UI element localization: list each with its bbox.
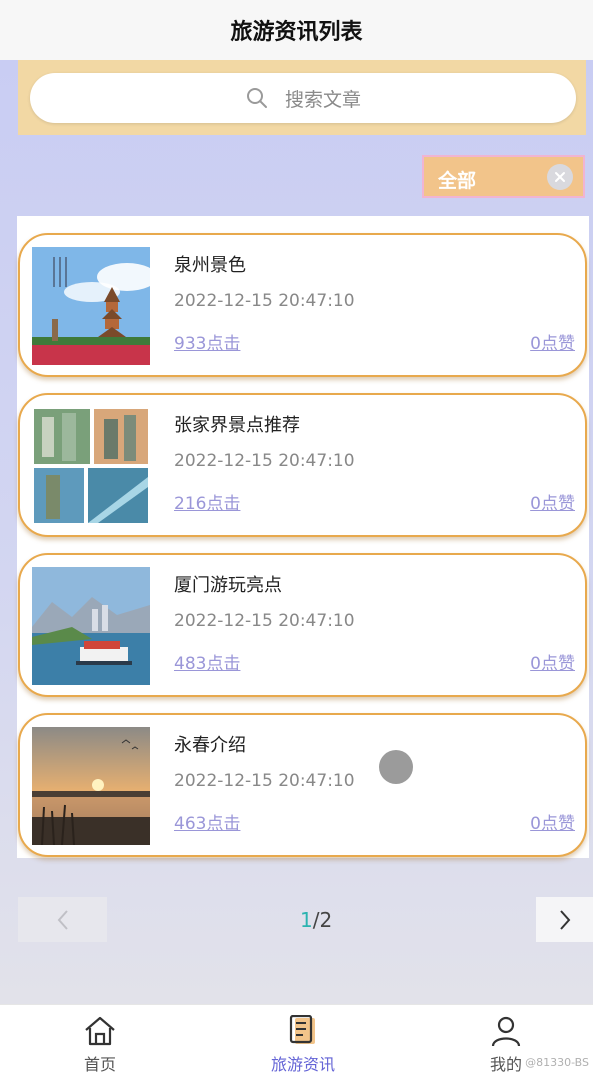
clear-filter-icon[interactable] bbox=[547, 164, 573, 190]
article-title: 泉州景色 bbox=[174, 255, 246, 276]
home-icon bbox=[85, 1016, 115, 1046]
article-title: 厦门游玩亮点 bbox=[174, 575, 282, 596]
next-page-button[interactable] bbox=[536, 897, 593, 942]
article-likes[interactable]: 0点赞 bbox=[530, 649, 575, 674]
article-time: 2022-12-15 20:47:10 bbox=[174, 451, 355, 471]
search-icon bbox=[246, 88, 267, 108]
search-placeholder: 搜索文章 bbox=[284, 88, 361, 111]
filter-label: 全部 bbox=[438, 170, 477, 192]
filter-chip[interactable]: 全部 bbox=[422, 155, 585, 198]
tab-label: 首页 bbox=[83, 1055, 116, 1074]
tab-label: 我的 bbox=[489, 1055, 522, 1074]
article-thumbnail bbox=[32, 727, 150, 845]
news-icon bbox=[289, 1015, 315, 1044]
watermark: @81330-BS bbox=[525, 1056, 589, 1069]
article-likes[interactable]: 0点赞 bbox=[530, 329, 575, 354]
article-card[interactable]: 张家界景点推荐 2022-12-15 20:47:10 216点击 0点赞 bbox=[18, 393, 587, 537]
article-thumbnail bbox=[32, 567, 150, 685]
nav-bar: 旅游资讯列表 bbox=[0, 0, 593, 60]
chevron-left-icon bbox=[57, 909, 68, 930]
article-title: 张家界景点推荐 bbox=[174, 415, 300, 436]
page-indicator: 1 / 2 bbox=[300, 908, 332, 932]
chevron-right-icon bbox=[559, 909, 570, 930]
article-card[interactable]: 永春介绍 2022-12-15 20:47:10 463点击 0点赞 bbox=[18, 713, 587, 857]
tab-news[interactable]: 旅游资讯 bbox=[233, 1005, 373, 1076]
article-time: 2022-12-15 20:47:10 bbox=[174, 291, 355, 311]
article-clicks[interactable]: 216点击 bbox=[174, 489, 240, 514]
prev-page-button[interactable] bbox=[18, 897, 107, 942]
user-icon bbox=[491, 1016, 521, 1047]
article-thumbnail bbox=[32, 407, 150, 525]
article-time: 2022-12-15 20:47:10 bbox=[174, 611, 355, 631]
touch-indicator bbox=[379, 750, 413, 784]
article-card[interactable]: 泉州景色 2022-12-15 20:47:10 933点击 0点赞 bbox=[18, 233, 587, 377]
article-clicks[interactable]: 933点击 bbox=[174, 329, 240, 354]
article-clicks[interactable]: 483点击 bbox=[174, 649, 240, 674]
tab-home[interactable]: 首页 bbox=[30, 1005, 170, 1076]
search-input[interactable]: 搜索文章 bbox=[30, 73, 576, 123]
article-clicks[interactable]: 463点击 bbox=[174, 809, 240, 834]
article-likes[interactable]: 0点赞 bbox=[530, 489, 575, 514]
article-title: 永春介绍 bbox=[174, 735, 246, 756]
tab-label: 旅游资讯 bbox=[270, 1055, 335, 1074]
article-likes[interactable]: 0点赞 bbox=[530, 809, 575, 834]
page-current: 1 bbox=[300, 908, 313, 932]
page-separator: / bbox=[312, 908, 320, 932]
article-card[interactable]: 厦门游玩亮点 2022-12-15 20:47:10 483点击 0点赞 bbox=[18, 553, 587, 697]
tab-bar: 首页 旅游资讯 我的 bbox=[0, 1004, 593, 1076]
page-title: 旅游资讯列表 bbox=[230, 20, 363, 45]
article-thumbnail bbox=[32, 247, 150, 365]
page-total: 2 bbox=[319, 908, 333, 932]
article-time: 2022-12-15 20:47:10 bbox=[174, 771, 355, 791]
